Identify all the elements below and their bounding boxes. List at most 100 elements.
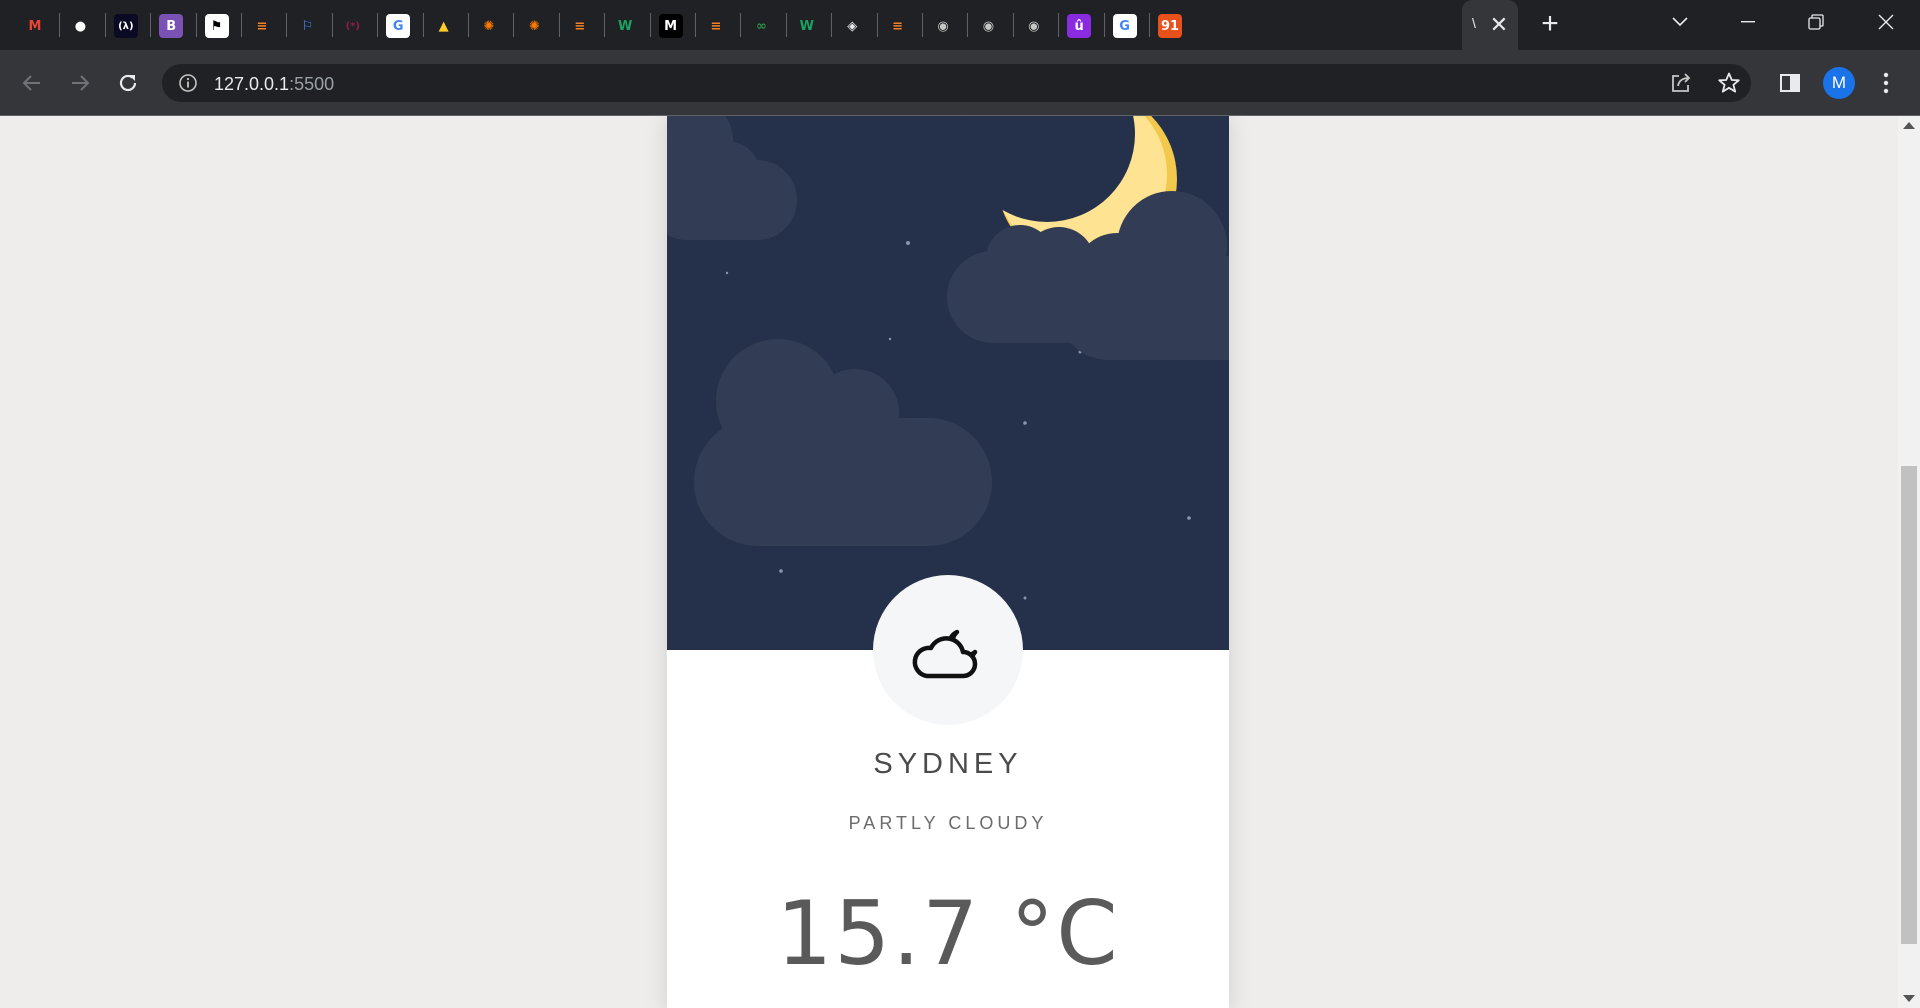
cloud-large bbox=[694, 339, 992, 546]
stackoverflow-icon: ≡ bbox=[256, 18, 268, 34]
site-info-icon[interactable] bbox=[178, 73, 198, 93]
back-icon[interactable] bbox=[14, 65, 50, 101]
new-tab-button[interactable]: + bbox=[1534, 8, 1566, 42]
tab-stackoverflow-4[interactable]: ≡ bbox=[876, 4, 920, 48]
tab-strip: M ● (λ) B ⚑ ≡ ⚐ (*) G ▲ ✺ ✺ ≡ W M ≡ ∞ W ◈ ≡ ◉ ◉ ◉ û G 91 bbox=[0, 0, 1920, 50]
tab-separator bbox=[286, 13, 288, 37]
tab-separator bbox=[967, 13, 969, 37]
star bbox=[1187, 516, 1191, 520]
tab-freecodecamp[interactable]: (λ) bbox=[104, 4, 148, 48]
tab-flag-blue[interactable]: ⚐ bbox=[285, 4, 329, 48]
temperature-value: 15.7 °C bbox=[776, 882, 1120, 985]
gmail-icon: M bbox=[28, 18, 42, 34]
reload-icon[interactable] bbox=[110, 65, 146, 101]
freecodecamp-icon: (λ) bbox=[113, 14, 138, 38]
tab-m-site[interactable]: M bbox=[649, 4, 693, 48]
stackoverflow-2-icon: ≡ bbox=[574, 18, 586, 34]
tab-ublock[interactable]: û bbox=[1057, 4, 1101, 48]
stackoverflow-4-icon: ≡ bbox=[892, 18, 904, 34]
tab-google-2[interactable]: G bbox=[1103, 4, 1147, 48]
tab-regex-site[interactable]: (*) bbox=[331, 4, 375, 48]
star bbox=[906, 241, 910, 245]
side-panel-icon[interactable] bbox=[1772, 65, 1808, 101]
github-icon: ● bbox=[74, 18, 87, 34]
tab-separator bbox=[785, 13, 787, 37]
tab-globe-2[interactable]: ◉ bbox=[966, 4, 1010, 48]
tab-bootstrap[interactable]: B bbox=[149, 4, 193, 48]
tab-google[interactable]: G bbox=[376, 4, 420, 48]
tab-stackoverflow[interactable]: ≡ bbox=[240, 4, 284, 48]
page-scrollbar[interactable] bbox=[1898, 116, 1920, 1008]
tab-gfg[interactable]: ∞ bbox=[739, 4, 783, 48]
tab-separator bbox=[558, 13, 560, 37]
tab-separator bbox=[150, 13, 152, 37]
profile-avatar[interactable]: M bbox=[1823, 67, 1855, 99]
tab-w-green-2[interactable]: W bbox=[785, 4, 829, 48]
orange-sun-2-icon: ✺ bbox=[528, 18, 540, 34]
globe-2-icon: ◉ bbox=[982, 18, 995, 34]
url-port: :5500 bbox=[289, 74, 335, 94]
tab-gmail[interactable]: M bbox=[13, 4, 57, 48]
tab-91-site[interactable]: 91 bbox=[1148, 4, 1192, 48]
tab-orange-sun-1[interactable]: ✺ bbox=[467, 4, 511, 48]
weather-icon-badge bbox=[873, 575, 1023, 725]
close-window-icon[interactable] bbox=[1858, 0, 1914, 44]
tab-separator bbox=[377, 13, 379, 37]
regex-site-icon: (*) bbox=[345, 20, 360, 32]
cloud-moon-icon bbox=[912, 629, 978, 679]
star bbox=[1023, 421, 1027, 425]
orange-sun-1-icon: ✺ bbox=[483, 18, 495, 34]
browser-toolbar: 127.0.0.1:5500 M bbox=[0, 50, 1920, 116]
tab-flag-site[interactable]: ⚑ bbox=[195, 4, 239, 48]
tab-github[interactable]: ● bbox=[58, 4, 102, 48]
tab-separator bbox=[59, 13, 61, 37]
tab-stackoverflow-2[interactable]: ≡ bbox=[558, 4, 602, 48]
globe-3-icon: ◉ bbox=[1028, 18, 1040, 34]
tab-separator bbox=[604, 13, 606, 37]
url-text: 127.0.0.1:5500 bbox=[214, 74, 334, 95]
m-site-icon: M bbox=[658, 14, 683, 38]
address-bar[interactable]: 127.0.0.1:5500 bbox=[162, 64, 1751, 102]
tab-separator bbox=[1058, 13, 1060, 37]
cloud-top-left bbox=[667, 116, 797, 240]
tab-separator bbox=[649, 13, 651, 37]
weather-condition: PARTLY CLOUDY bbox=[848, 813, 1048, 833]
bookmark-star-icon[interactable] bbox=[1717, 71, 1741, 95]
scroll-up-arrow-icon[interactable] bbox=[1903, 122, 1915, 129]
tab-separator bbox=[104, 13, 106, 37]
scroll-thumb[interactable] bbox=[1901, 466, 1917, 944]
tab-search-icon[interactable] bbox=[1652, 0, 1708, 44]
minimize-icon[interactable] bbox=[1720, 0, 1776, 44]
w-green-2-icon: W bbox=[799, 18, 814, 34]
forward-icon[interactable] bbox=[62, 65, 98, 101]
tab-globe-3[interactable]: ◉ bbox=[1012, 4, 1056, 48]
tab-separator bbox=[195, 13, 197, 37]
tab-stackoverflow-3[interactable]: ≡ bbox=[694, 4, 738, 48]
restore-icon[interactable] bbox=[1788, 0, 1844, 44]
tab-w-green-1[interactable]: W bbox=[603, 4, 647, 48]
share-icon[interactable] bbox=[1669, 71, 1693, 95]
active-tab[interactable]: \ ✕ bbox=[1462, 0, 1518, 50]
flag-blue-icon: ⚐ bbox=[301, 18, 314, 34]
tab-separator bbox=[922, 13, 923, 37]
tab-separator bbox=[331, 13, 333, 37]
bootstrap-icon: B bbox=[159, 14, 184, 38]
tab-cube-site[interactable]: ◈ bbox=[830, 4, 874, 48]
flag-site-icon: ⚑ bbox=[204, 14, 229, 38]
firebase-icon: ▲ bbox=[438, 18, 449, 34]
w-green-1-icon: W bbox=[618, 18, 633, 34]
star bbox=[779, 569, 783, 573]
tab-firebase[interactable]: ▲ bbox=[422, 4, 466, 48]
active-tab-title: \ bbox=[1472, 15, 1476, 31]
tab-orange-sun-2[interactable]: ✺ bbox=[512, 4, 556, 48]
tab-separator bbox=[468, 13, 469, 37]
scroll-down-arrow-icon[interactable] bbox=[1903, 995, 1915, 1002]
star bbox=[1023, 596, 1027, 600]
tab-separator bbox=[1149, 13, 1150, 37]
91-site-icon: 91 bbox=[1158, 14, 1182, 38]
tab-separator bbox=[695, 13, 696, 37]
close-tab-icon[interactable]: ✕ bbox=[1486, 12, 1512, 38]
menu-kebab-icon[interactable] bbox=[1868, 65, 1904, 101]
night-sky-illustration bbox=[667, 116, 1229, 650]
tab-globe-1[interactable]: ◉ bbox=[921, 4, 965, 48]
